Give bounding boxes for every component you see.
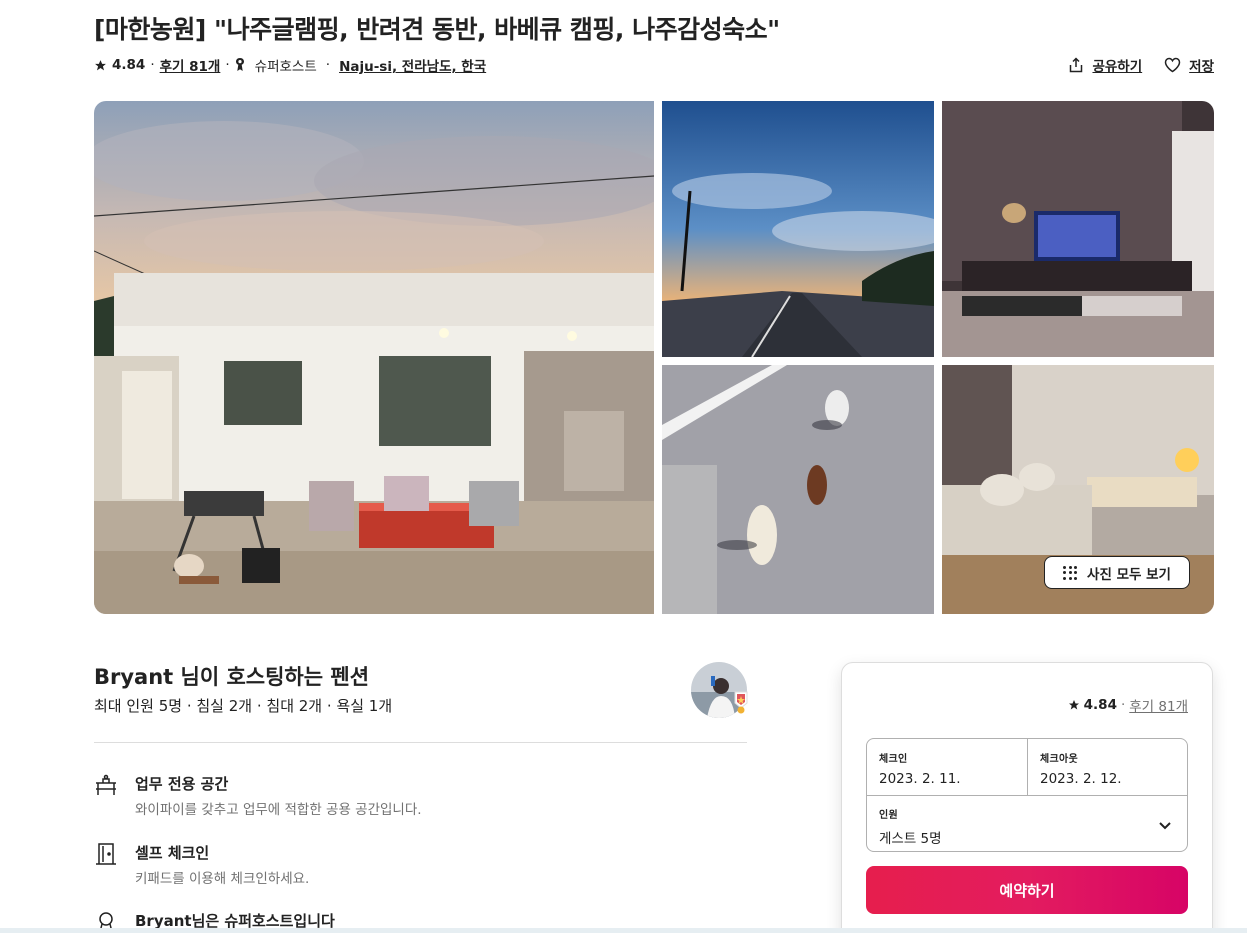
photo-main-house[interactable]	[94, 101, 654, 614]
checkin-field[interactable]: 체크인 2023. 2. 11.	[879, 750, 961, 787]
divider	[94, 742, 747, 743]
rating-value: 4.84	[112, 57, 146, 73]
listing-summary: 최대 인원 5명 · 침실 2개 · 침대 2개 · 욕실 1개	[94, 697, 393, 715]
page-bottom-edge	[0, 928, 1247, 933]
feature-desc: 키패드를 이용해 체크인하세요.	[135, 871, 310, 887]
checkout-label: 체크아웃	[1040, 754, 1078, 765]
show-all-label: 사진 모두 보기	[1087, 566, 1171, 583]
heart-icon	[1164, 57, 1181, 73]
checkin-value: 2023. 2. 11.	[879, 771, 961, 787]
feature-title: 업무 전용 공간	[135, 775, 229, 793]
feature-title: 셀프 체크인	[135, 844, 210, 862]
listing-actions: 공유하기 저장	[1046, 55, 1214, 75]
reviews-link[interactable]: 후기 81개	[160, 55, 221, 75]
guests-label: 인원	[879, 810, 898, 821]
workspace-icon	[94, 773, 118, 801]
checkin-label: 체크인	[879, 754, 908, 765]
listing-meta: 4.84 · 후기 81개 · 슈퍼호스트 · Naju-si, 전라남도, 한…	[94, 55, 486, 75]
star-icon	[1068, 699, 1080, 711]
share-button[interactable]: 공유하기	[1068, 55, 1142, 75]
door-icon	[94, 842, 118, 870]
save-label: 저장	[1189, 59, 1214, 75]
photo-road-sunset[interactable]	[662, 101, 934, 357]
save-button[interactable]: 저장	[1164, 55, 1214, 75]
star-icon	[94, 59, 107, 72]
superhost-badge-icon	[732, 690, 750, 718]
grid-icon	[1063, 565, 1078, 580]
booking-card: 4.84 · 후기 81개 체크인 2023. 2. 11. 체크아웃 2023…	[841, 662, 1213, 933]
photo-gallery	[94, 101, 1214, 614]
guests-field[interactable]: 인원 게스트 5명	[879, 806, 942, 847]
booking-rating: 4.84 · 후기 81개	[1068, 695, 1188, 715]
checkout-value: 2023. 2. 12.	[1040, 771, 1122, 787]
host-title: Bryant 님이 호스팅하는 펜션	[94, 665, 370, 689]
booking-reviews-link[interactable]: 후기 81개	[1129, 695, 1188, 715]
photo-dogs-pavement[interactable]	[662, 365, 934, 614]
superhost-medal-icon	[235, 58, 245, 72]
booking-rating-value: 4.84	[1083, 697, 1117, 713]
superhost-label: 슈퍼호스트	[254, 59, 317, 75]
feature-desc: 와이파이를 갖추고 업무에 적합한 공용 공간입니다.	[135, 802, 422, 818]
checkout-field[interactable]: 체크아웃 2023. 2. 12.	[1040, 750, 1122, 787]
chevron-down-icon[interactable]	[1157, 817, 1173, 837]
reserve-button[interactable]: 예약하기	[866, 866, 1188, 914]
guests-value: 게스트 5명	[879, 831, 942, 847]
booking-date-guest-box: 체크인 2023. 2. 11. 체크아웃 2023. 2. 12. 인원 게스…	[866, 738, 1188, 852]
listing-title: [마한농원] "나주글램핑, 반려견 동반, 바베큐 캠핑, 나주감성숙소"	[94, 15, 780, 44]
photo-living-room-tv[interactable]	[942, 101, 1214, 357]
share-label: 공유하기	[1092, 59, 1143, 75]
show-all-photos-button[interactable]: 사진 모두 보기	[1044, 556, 1190, 589]
share-icon	[1070, 57, 1083, 73]
location-link[interactable]: Naju-si, 전라남도, 한국	[339, 55, 486, 75]
